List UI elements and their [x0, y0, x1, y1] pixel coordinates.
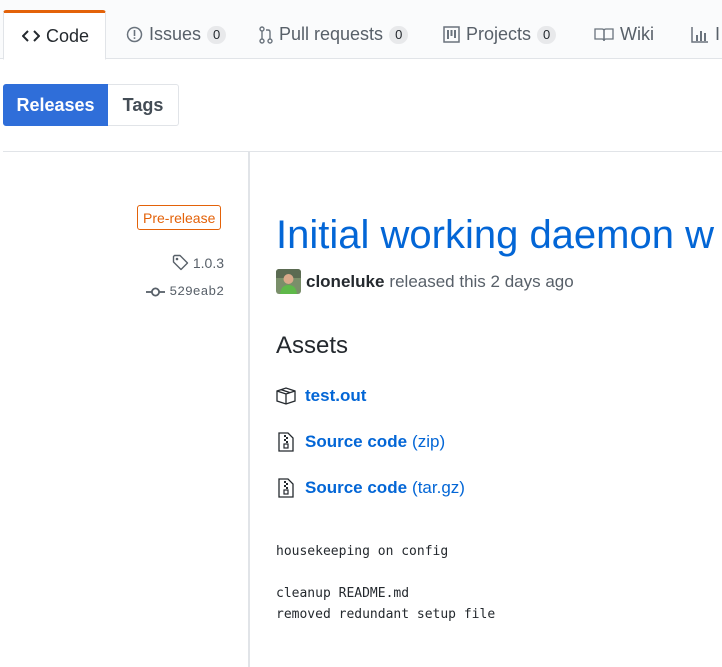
book-icon [594, 27, 614, 42]
release-timeline-line [248, 152, 250, 667]
releases-subnav: Releases Tags [3, 84, 179, 126]
file-zip-icon [276, 432, 296, 452]
graph-icon [691, 26, 709, 43]
issues-counter: 0 [207, 25, 227, 44]
asset-ext: (tar.gz) [412, 478, 465, 497]
release-tag-link[interactable]: 1.0.3 [172, 254, 224, 271]
pull-request-icon [259, 25, 273, 44]
release-byline: cloneluke released this 2 days ago [276, 269, 574, 294]
release-notes: housekeeping on config cleanup README.md r… [276, 541, 495, 625]
tab-label: Code [46, 25, 90, 46]
tab-label: Projects [466, 24, 532, 44]
released-text: released this 2 days ago [389, 271, 574, 291]
release-notes-line: cleanup README.md [276, 586, 410, 601]
release-notes-line: housekeeping on config [276, 544, 449, 559]
tab-code[interactable]: Code [3, 10, 106, 60]
file-zip-icon [276, 478, 296, 498]
release-notes-line [276, 562, 495, 583]
release-commit-link[interactable]: 529eab2 [146, 284, 224, 299]
tab-insights[interactable]: I [673, 10, 722, 59]
package-icon [276, 387, 296, 405]
tab-pull-requests[interactable]: Pull requests 0 [241, 10, 426, 59]
tab-issues[interactable]: Issues 0 [108, 10, 244, 59]
tag-name: 1.0.3 [192, 254, 224, 271]
pull-requests-counter: 0 [389, 25, 409, 44]
tab-label: I [715, 24, 721, 44]
asset-item[interactable]: Source code (tar.gz) [276, 478, 465, 498]
issue-icon [126, 26, 143, 43]
asset-ext: (zip) [412, 432, 446, 451]
avatar[interactable] [276, 269, 301, 294]
assets-heading: Assets [276, 332, 349, 359]
release-notes-line: removed redundant setup file [276, 607, 496, 622]
tab-projects[interactable]: Projects 0 [425, 10, 574, 59]
asset-name: test.out [305, 386, 367, 405]
project-icon [443, 26, 460, 43]
tag-icon [172, 254, 189, 271]
tab-label: Wiki [620, 24, 654, 44]
tab-wiki[interactable]: Wiki [576, 10, 672, 59]
release-title-link[interactable]: Initial working daemon w [276, 210, 714, 260]
asset-name: Source code [305, 478, 408, 497]
asset-item[interactable]: Source code (zip) [276, 432, 445, 452]
code-icon [22, 29, 40, 43]
asset-name: Source code [305, 432, 408, 451]
projects-counter: 0 [537, 25, 557, 44]
commit-sha: 529eab2 [169, 284, 224, 299]
tab-label: Issues [149, 24, 202, 44]
releases-button[interactable]: Releases [3, 84, 108, 126]
tab-label: Pull requests [279, 24, 384, 44]
divider [3, 151, 722, 152]
prerelease-label: Pre-release [137, 205, 222, 230]
commit-icon [146, 286, 166, 298]
tags-button[interactable]: Tags [108, 84, 179, 126]
author-link[interactable]: cloneluke [306, 272, 384, 292]
repo-nav: Code Issues 0 Pull requests 0 Projects 0… [0, 0, 722, 60]
asset-item[interactable]: test.out [276, 386, 366, 406]
